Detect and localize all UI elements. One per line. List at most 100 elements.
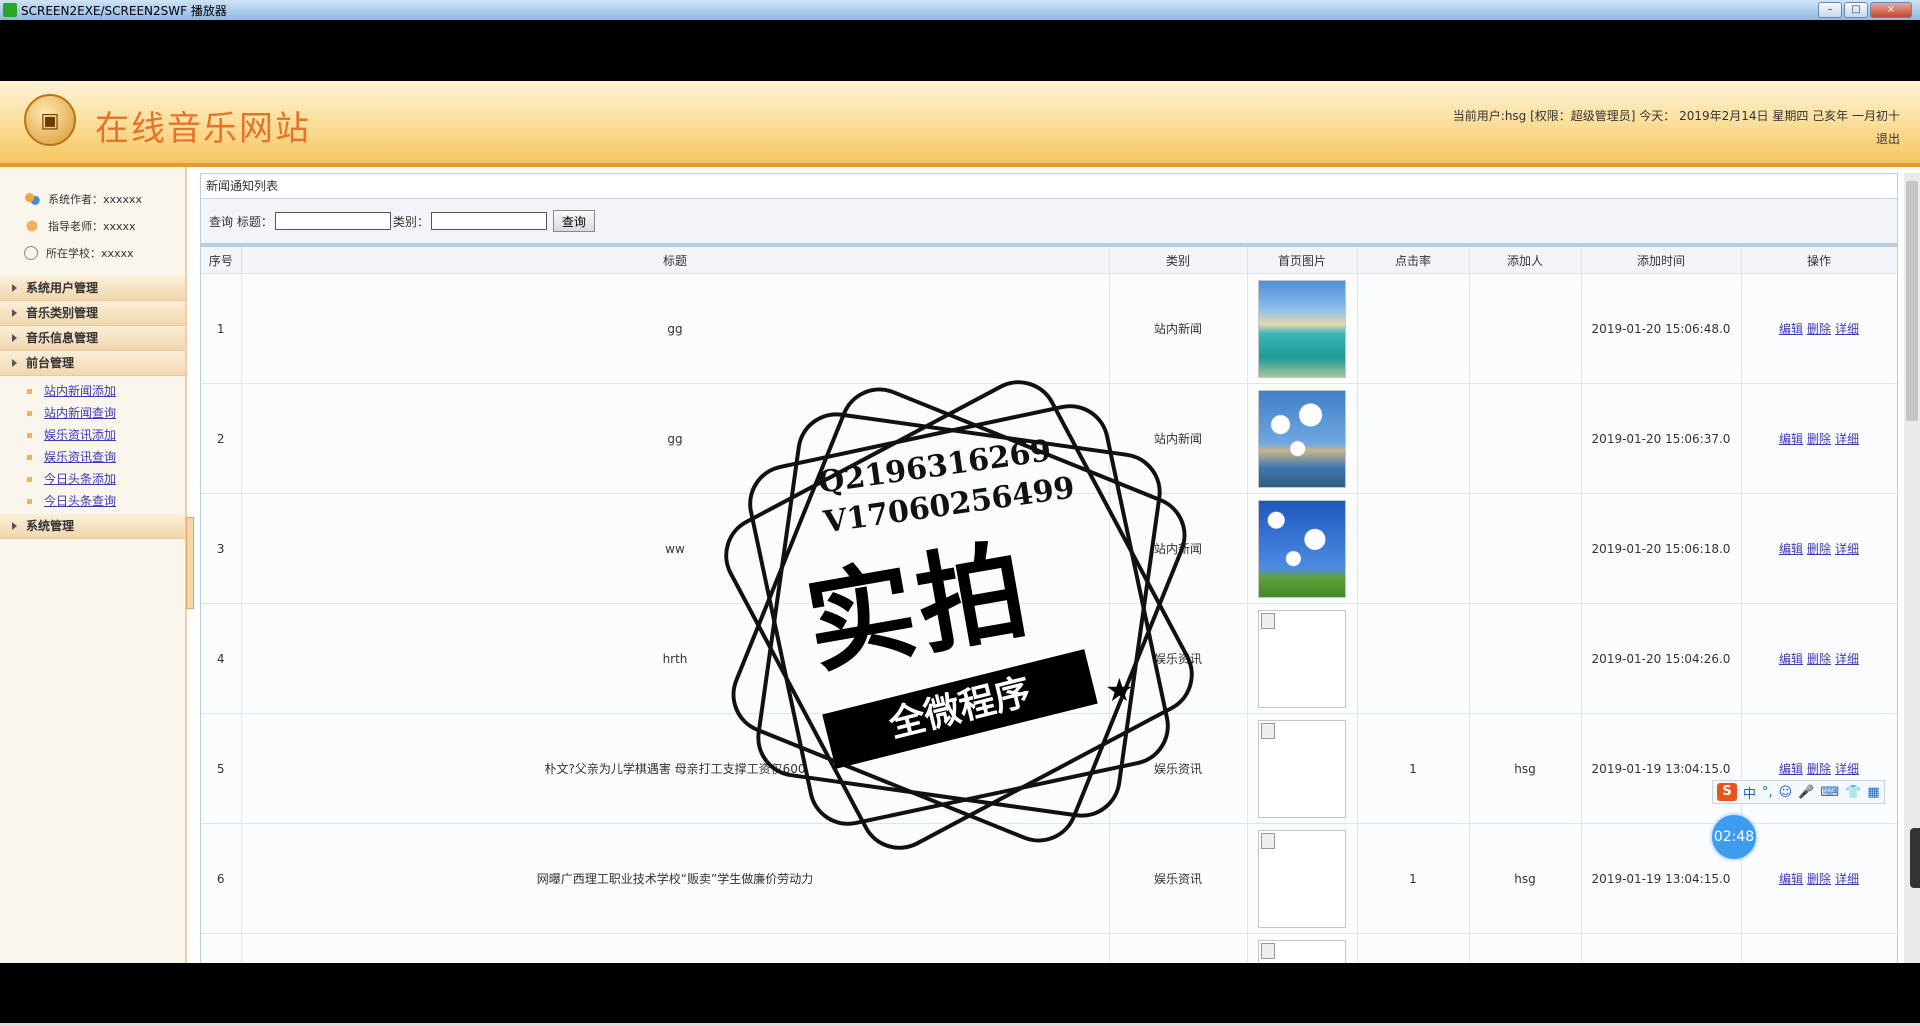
submenu-headline-query[interactable]: 今日头条查询 bbox=[44, 494, 116, 508]
cell-author bbox=[1469, 493, 1582, 604]
cell-time: 2019-01-19 13:04:15.0 bbox=[1581, 713, 1742, 824]
edit-link[interactable]: 编辑 bbox=[1779, 762, 1803, 776]
cell-no: 2 bbox=[201, 383, 242, 494]
logout-link[interactable]: 退出 bbox=[1876, 132, 1900, 146]
school-label: 所在学校：xxxxx bbox=[46, 246, 134, 260]
cell-title: ww bbox=[241, 493, 1110, 604]
menu-music-info[interactable]: 音乐信息管理 bbox=[0, 326, 185, 351]
edit-link[interactable]: 编辑 bbox=[1779, 542, 1803, 556]
menu-music-category[interactable]: 音乐类别管理 bbox=[0, 301, 185, 326]
delete-link[interactable]: 删除 bbox=[1807, 542, 1831, 556]
cell-author bbox=[1469, 273, 1582, 384]
detail-link[interactable]: 详细 bbox=[1835, 762, 1859, 776]
ime-mode-icon[interactable]: 中 bbox=[1743, 783, 1756, 802]
cell-image bbox=[1247, 823, 1358, 934]
sidebar-info: 系统作者：xxxxxx 指导老师：xxxxx 所在学校：xxxxx bbox=[0, 167, 185, 276]
broken-image-icon bbox=[1258, 719, 1346, 818]
user-line: 当前用户:hsg [权限：超级管理员] 今天： 2019年2月14日 星期四 己… bbox=[1452, 109, 1900, 123]
table-row: 5 朴文?父亲为儿学棋遇害 母亲打工支撑工资仅600 娱乐资讯 1 hsg 2019-01… bbox=[201, 713, 1897, 824]
submenu-item: 站内新闻添加 bbox=[0, 380, 185, 402]
table-row: 1 gg 站内新闻 2019-01-20 15:06:48.0 编辑 删除 详细 bbox=[201, 273, 1897, 384]
ime-punct-icon[interactable]: °, bbox=[1762, 785, 1773, 800]
delete-link[interactable]: 删除 bbox=[1807, 762, 1831, 776]
cell-no: 4 bbox=[201, 603, 242, 714]
cell-title: hrth bbox=[241, 603, 1110, 714]
cell-image bbox=[1247, 603, 1358, 714]
cell-clicks: 1 bbox=[1357, 823, 1470, 934]
ime-skin-icon[interactable]: 👕 bbox=[1845, 785, 1861, 800]
col-header-title: 标题 bbox=[241, 247, 1110, 274]
submenu-ent-query[interactable]: 娱乐资讯查询 bbox=[44, 450, 116, 464]
cell-category: 娱乐资讯 bbox=[1109, 713, 1248, 824]
bottom-bar bbox=[0, 963, 1920, 1026]
edit-link[interactable]: 编辑 bbox=[1779, 322, 1803, 336]
menu-frontend[interactable]: 前台管理 bbox=[0, 351, 185, 376]
col-header-time: 添加时间 bbox=[1581, 247, 1742, 274]
detail-link[interactable]: 详细 bbox=[1835, 652, 1859, 666]
school-info: 所在学校：xxxxx bbox=[24, 239, 185, 266]
ime-keyboard-icon[interactable]: ⌨ bbox=[1820, 785, 1839, 800]
detail-link[interactable]: 详细 bbox=[1835, 322, 1859, 336]
window-title: SCREEN2EXE/SCREEN2SWF 播放器 bbox=[21, 3, 227, 18]
cell-image bbox=[1247, 713, 1358, 824]
detail-link[interactable]: 详细 bbox=[1835, 432, 1859, 446]
teacher-icon bbox=[24, 218, 40, 233]
cell-clicks bbox=[1357, 933, 1470, 963]
broken-image-icon bbox=[1258, 609, 1346, 708]
recording-timer[interactable]: 02:48 bbox=[1712, 815, 1756, 859]
cell-actions: 编辑 删除 详细 bbox=[1741, 823, 1897, 934]
col-header-image: 首页图片 bbox=[1247, 247, 1358, 274]
delete-link[interactable]: 删除 bbox=[1807, 432, 1831, 446]
delete-link[interactable]: 删除 bbox=[1807, 652, 1831, 666]
submenu-headline-add[interactable]: 今日头条添加 bbox=[44, 472, 116, 486]
cell-image bbox=[1247, 273, 1358, 384]
main-panel: 新闻通知列表 查询 标题： 类别： 查询 序号 标题 类别 首页图片 点击率 添… bbox=[200, 173, 1898, 963]
broken-image-icon bbox=[1258, 939, 1346, 963]
edit-link[interactable]: 编辑 bbox=[1779, 652, 1803, 666]
submenu-item: 今日头条查询 bbox=[0, 490, 185, 512]
scroll-thumb[interactable] bbox=[1906, 181, 1918, 421]
detail-link[interactable]: 详细 bbox=[1835, 872, 1859, 886]
search-title-input[interactable] bbox=[274, 212, 391, 230]
search-button[interactable]: 查询 bbox=[552, 210, 595, 232]
minimize-button[interactable]: – bbox=[1818, 2, 1842, 18]
cell-no: 1 bbox=[201, 273, 242, 384]
sogou-icon[interactable]: S bbox=[1717, 783, 1737, 801]
sidebar-collapse-handle[interactable] bbox=[186, 517, 194, 609]
submenu-ent-add[interactable]: 娱乐资讯添加 bbox=[44, 428, 116, 442]
submenu-news-query[interactable]: 站内新闻查询 bbox=[44, 406, 116, 420]
teacher-info: 指导老师：xxxxx bbox=[24, 212, 185, 239]
cell-title bbox=[241, 933, 1110, 963]
search-category-input[interactable] bbox=[430, 212, 547, 230]
cell-title: 朴文?父亲为儿学棋遇害 母亲打工支撑工资仅600 bbox=[241, 713, 1110, 824]
menu-system-manage[interactable]: 系统管理 bbox=[0, 514, 185, 539]
delete-link[interactable]: 删除 bbox=[1807, 322, 1831, 336]
detail-link[interactable]: 详细 bbox=[1835, 542, 1859, 556]
cell-no: 6 bbox=[201, 823, 242, 934]
cell-time: 2019-01-20 15:06:37.0 bbox=[1581, 383, 1742, 494]
table-header-row: 序号 标题 类别 首页图片 点击率 添加人 添加时间 操作 bbox=[201, 247, 1897, 274]
cell-clicks: 1 bbox=[1357, 713, 1470, 824]
teacher-label: 指导老师：xxxxx bbox=[48, 219, 136, 233]
user-info: 当前用户:hsg [权限：超级管理员] 今天： 2019年2月14日 星期四 己… bbox=[1453, 105, 1900, 151]
cell-title: 网曝广西理工职业技术学校“贩卖”学生做廉价劳动力 bbox=[241, 823, 1110, 934]
submenu-item: 今日头条添加 bbox=[0, 468, 185, 490]
menu-system-users[interactable]: 系统用户管理 bbox=[0, 276, 185, 301]
site-header: ▣ 在线音乐网站 当前用户:hsg [权限：超级管理员] 今天： 2019年2月… bbox=[0, 81, 1920, 167]
cell-category bbox=[1109, 933, 1248, 963]
cell-image bbox=[1247, 493, 1358, 604]
delete-link[interactable]: 删除 bbox=[1807, 872, 1831, 886]
table-row bbox=[201, 933, 1897, 963]
edit-link[interactable]: 编辑 bbox=[1779, 432, 1803, 446]
close-button[interactable]: × bbox=[1870, 2, 1912, 18]
cell-author bbox=[1469, 933, 1582, 963]
ime-voice-icon[interactable]: 🎤 bbox=[1798, 785, 1814, 800]
people-icon bbox=[24, 191, 40, 206]
edit-link[interactable]: 编辑 bbox=[1779, 872, 1803, 886]
side-handle[interactable] bbox=[1910, 828, 1920, 888]
submenu-news-add[interactable]: 站内新闻添加 bbox=[44, 384, 116, 398]
ime-emoji-icon[interactable]: ☺ bbox=[1779, 785, 1793, 800]
thumbnail-image bbox=[1258, 389, 1346, 488]
maximize-button[interactable]: □ bbox=[1844, 2, 1868, 18]
ime-menu-icon[interactable]: ▦ bbox=[1867, 785, 1879, 800]
